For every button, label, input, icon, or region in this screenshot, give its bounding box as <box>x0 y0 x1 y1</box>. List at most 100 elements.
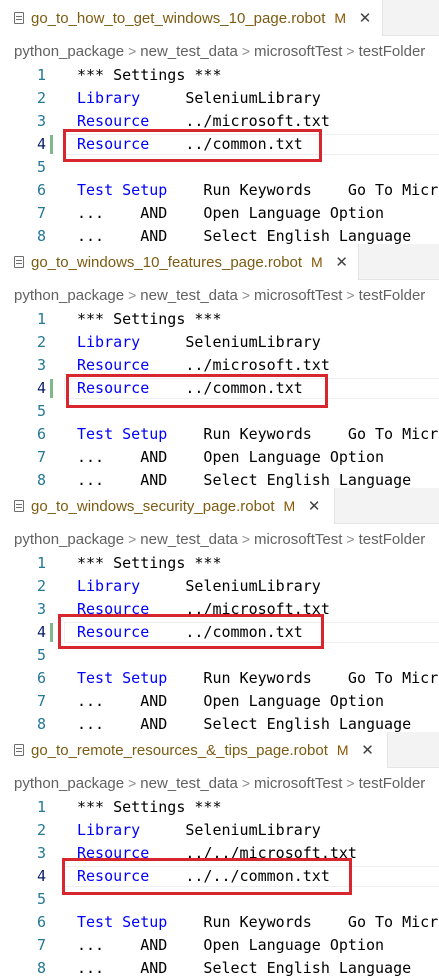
editor-panel-1: go_to_how_to_get_windows_10_page.robot M ✕… <box>0 0 439 244</box>
close-icon[interactable]: ✕ <box>357 9 373 27</box>
breadcrumb-item[interactable]: microsoftTest <box>254 775 342 792</box>
code-text: Run Keywords Go To Microsoft <box>203 181 439 199</box>
chevron-right-icon: > <box>346 775 355 791</box>
line-number: 2 <box>36 89 46 107</box>
line-number: 5 <box>36 890 46 908</box>
line-code: Library SeleniumLibrary <box>77 819 321 842</box>
breadcrumb: python_package > new_test_data > microsoftTe… <box>14 772 425 794</box>
editor-tab[interactable]: go_to_remote_resources_&_tips_page.robot… <box>0 732 388 768</box>
breadcrumb: python_package > new_test_data > microsoftTe… <box>14 40 425 62</box>
tab-title: go_to_how_to_get_windows_10_page.robot <box>31 9 326 27</box>
code-line: 7 ... AND Open Language Option <box>0 934 439 957</box>
code-text: ... AND Open Language Option <box>77 692 385 710</box>
breadcrumb-item[interactable]: new_test_data <box>140 775 238 792</box>
breadcrumb-item[interactable]: microsoftTest <box>254 287 342 304</box>
editor-tab[interactable]: go_to_windows_10_features_page.robot M ✕ <box>0 244 359 280</box>
editor-tab[interactable]: go_to_how_to_get_windows_10_page.robot M ✕ <box>0 0 383 36</box>
line-code: ... AND Select English Language <box>77 469 411 488</box>
chevron-right-icon: > <box>241 531 251 547</box>
breadcrumb-item[interactable]: testFolder <box>359 531 426 548</box>
keyword: Library <box>77 821 141 839</box>
breadcrumb-item[interactable]: testFolder <box>359 775 426 792</box>
chevron-right-icon: > <box>346 287 355 303</box>
breadcrumb-item[interactable]: python_package <box>14 43 124 60</box>
breadcrumb-item[interactable]: microsoftTest <box>254 531 342 548</box>
editor-panel-2: go_to_windows_10_features_page.robot M ✕ py… <box>0 244 439 488</box>
breadcrumb-item[interactable]: testFolder <box>359 287 426 304</box>
highlight-box <box>62 858 352 895</box>
line-number: 1 <box>36 310 46 328</box>
code-line: 8 ... AND Select English Language <box>0 469 439 488</box>
line-code: *** Settings *** <box>77 552 222 575</box>
line-code: Test Setup Run Keywords Go To Microsoft <box>77 911 439 934</box>
breadcrumb-item[interactable]: microsoftTest <box>254 43 342 60</box>
line-number: 4 <box>36 379 46 397</box>
breadcrumb-item[interactable]: new_test_data <box>140 43 238 60</box>
keyword: Resource <box>77 112 150 130</box>
line-number: 8 <box>36 959 46 976</box>
code-text: ... AND Select English Language <box>77 471 412 488</box>
tab-bar: go_to_remote_resources_&_tips_page.robot… <box>0 732 439 768</box>
close-icon[interactable]: ✕ <box>360 741 376 759</box>
modified-indicator: M <box>311 254 323 270</box>
line-number: 2 <box>36 577 46 595</box>
chevron-right-icon: > <box>241 43 251 59</box>
line-code: ... AND Select English Language <box>77 713 411 732</box>
line-code: *** Settings *** <box>77 796 222 819</box>
code-line: 6 Test Setup Run Keywords Go To Microsoft <box>0 179 439 202</box>
line-number: 7 <box>36 936 46 954</box>
file-icon <box>14 500 24 512</box>
line-number: 4 <box>36 867 46 885</box>
line-code: Library SeleniumLibrary <box>77 87 321 110</box>
keyword: Test Setup <box>77 669 168 687</box>
line-code: Test Setup Run Keywords Go To Microsoft <box>77 179 439 202</box>
breadcrumb: python_package > new_test_data > microsoftTe… <box>14 284 425 306</box>
highlight-box <box>58 614 324 649</box>
chevron-right-icon: > <box>346 43 355 59</box>
line-number: 4 <box>36 623 46 641</box>
keyword: Library <box>77 89 141 107</box>
keyword: Library <box>77 577 141 595</box>
line-number: 6 <box>36 181 46 199</box>
code-text: Run Keywords Go To Microsoft <box>203 425 439 443</box>
line-number: 3 <box>36 356 46 374</box>
breadcrumb-item[interactable]: testFolder <box>359 43 426 60</box>
chevron-right-icon: > <box>241 775 251 791</box>
git-added-indicator <box>50 379 53 398</box>
line-code: Test Setup Run Keywords Go To Microsoft <box>77 667 439 690</box>
line-code: Library SeleniumLibrary <box>77 331 321 354</box>
breadcrumb-item[interactable]: python_package <box>14 775 124 792</box>
editor-panel-3: go_to_windows_security_page.robot M ✕ pytho… <box>0 488 439 732</box>
line-code: ... AND Open Language Option <box>77 446 384 469</box>
code-text: Run Keywords Go To Microsoft <box>203 669 439 687</box>
code-text: SeleniumLibrary <box>140 333 321 351</box>
line-number: 3 <box>36 112 46 130</box>
line-number: 5 <box>36 402 46 420</box>
breadcrumb-item[interactable]: python_package <box>14 287 124 304</box>
breadcrumb-item[interactable]: new_test_data <box>140 287 238 304</box>
editor-panel-4: go_to_remote_resources_&_tips_page.robot… <box>0 732 439 976</box>
breadcrumb-item[interactable]: new_test_data <box>140 531 238 548</box>
line-number: 5 <box>36 158 46 176</box>
tab-bar: go_to_how_to_get_windows_10_page.robot M ✕ <box>0 0 439 36</box>
editor-tab[interactable]: go_to_windows_security_page.robot M ✕ <box>0 488 335 524</box>
modified-indicator: M <box>336 742 349 758</box>
chevron-right-icon: > <box>128 287 137 303</box>
code-line: 2 Library SeleniumLibrary <box>0 575 439 598</box>
code-line: 7 ... AND Open Language Option <box>0 690 439 713</box>
code-text: SeleniumLibrary <box>140 821 321 839</box>
file-icon <box>14 12 24 24</box>
close-icon[interactable]: ✕ <box>306 497 322 515</box>
chevron-right-icon: > <box>128 775 137 791</box>
tab-title: go_to_windows_10_features_page.robot <box>31 253 303 271</box>
line-code: ... AND Open Language Option <box>77 934 384 957</box>
close-icon[interactable]: ✕ <box>334 253 350 271</box>
file-icon <box>14 256 24 268</box>
tab-bar: go_to_windows_10_features_page.robot M ✕ <box>0 244 439 280</box>
code-line: 2 Library SeleniumLibrary <box>0 331 439 354</box>
breadcrumb-item[interactable]: python_package <box>14 531 124 548</box>
git-added-indicator <box>50 135 53 154</box>
line-number: 3 <box>36 600 46 618</box>
keyword: Test Setup <box>77 181 168 199</box>
code-text: ... AND Open Language Option <box>77 448 385 466</box>
